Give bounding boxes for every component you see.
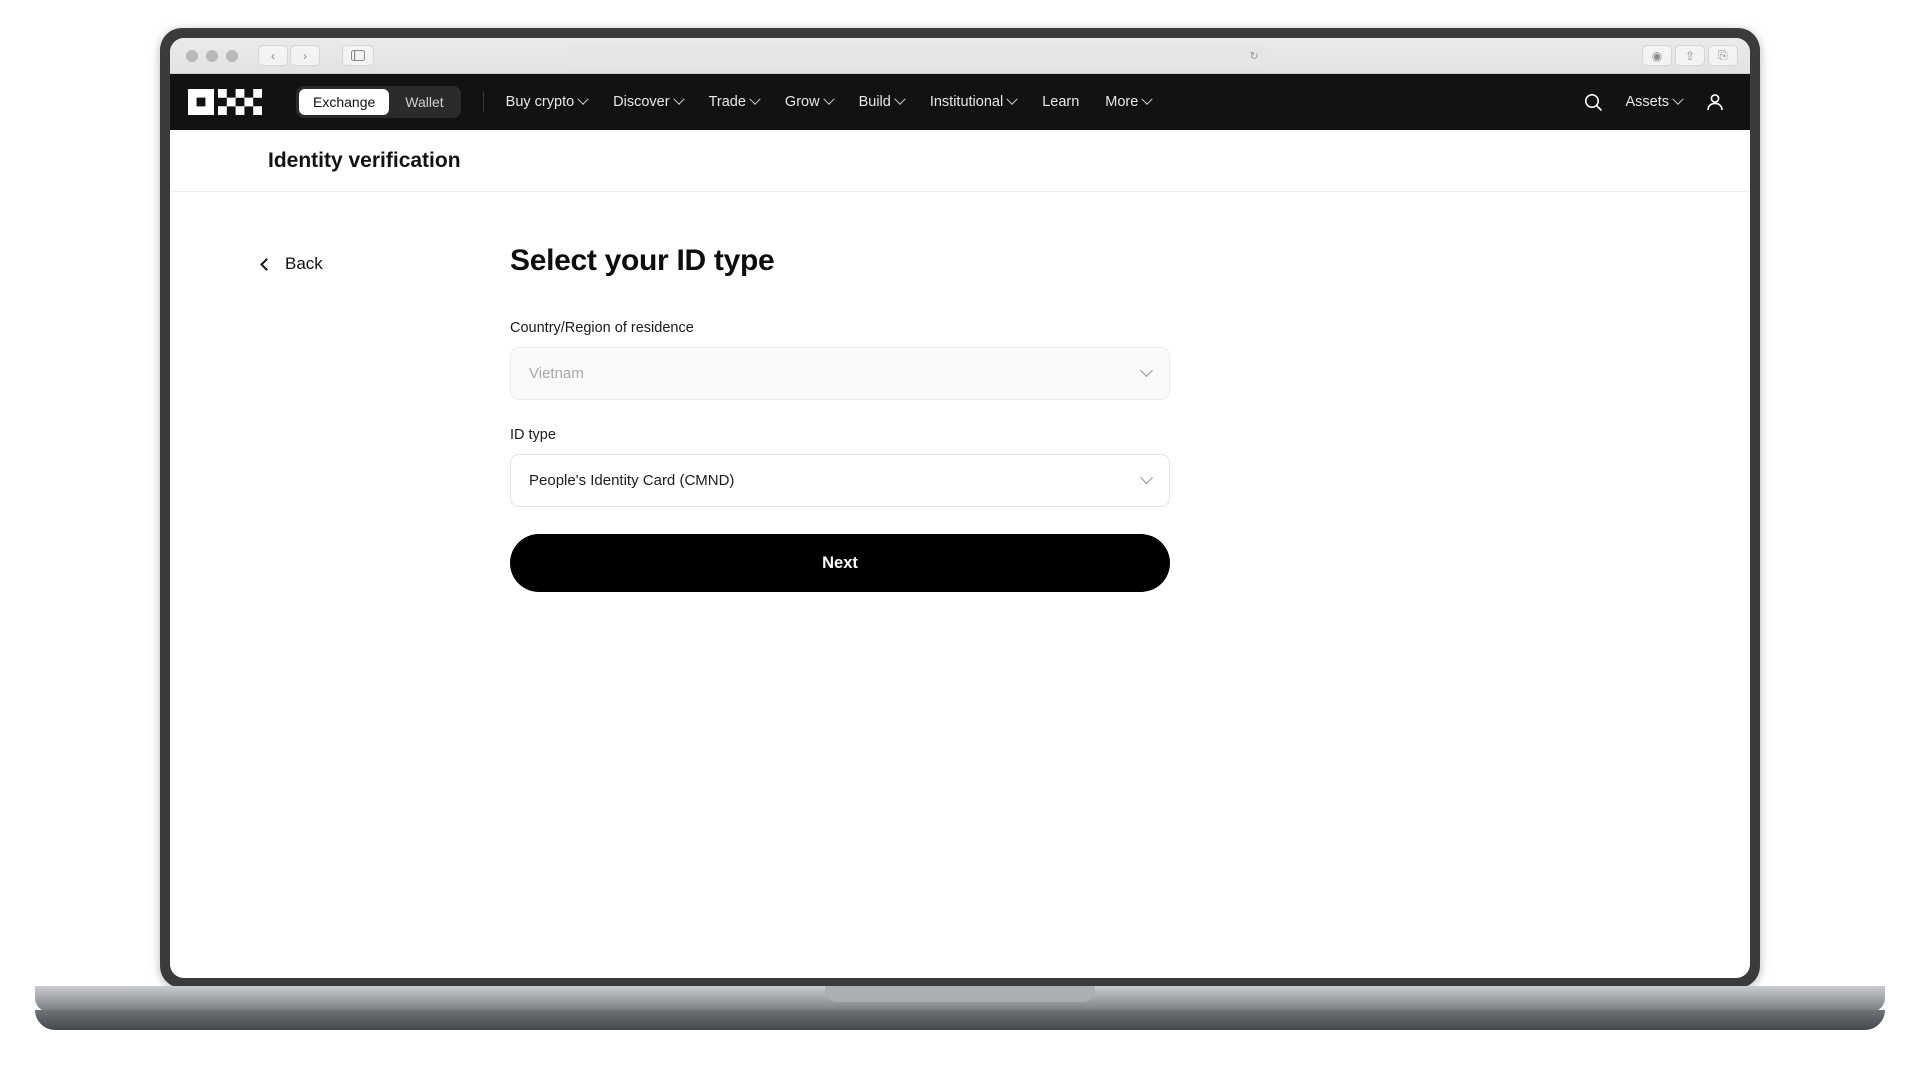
nav-item-institutional-label: Institutional (929, 94, 1004, 110)
address-bar[interactable]: ↻ (566, 44, 1267, 67)
country-field-group: Country/Region of residence Vietnam (510, 320, 1170, 400)
id-type-select[interactable]: People's Identity Card (CMND) (510, 454, 1170, 507)
close-window-button[interactable] (186, 49, 198, 62)
nav-item-discover[interactable]: Discover (613, 93, 685, 110)
reload-icon[interactable]: ↻ (1249, 49, 1258, 62)
back-button[interactable]: Back (260, 254, 510, 274)
nav-item-build-label: Build (858, 94, 891, 110)
country-select-value: Vietnam (529, 365, 584, 382)
nav-item-assets-label: Assets (1625, 94, 1669, 110)
chevron-down-icon (749, 93, 761, 105)
page-title-bar: Identity verification (170, 130, 1750, 192)
laptop-lid: ‹ › ↻ ◉ ⇧ ⎘ Exchange Wallet Buy crypto D… (160, 28, 1760, 988)
segment-wallet[interactable]: Wallet (391, 89, 457, 115)
chevron-down-icon (1140, 364, 1153, 378)
okx-logo[interactable] (188, 89, 274, 115)
country-select[interactable]: Vietnam (510, 347, 1170, 400)
laptop-notch (825, 986, 1095, 1002)
nav-links: Buy crypto Discover Trade Grow Build Ins… (505, 93, 1153, 110)
browser-right-buttons: ◉ ⇧ ⎘ (1641, 45, 1738, 66)
back-button-label: Back (285, 254, 323, 273)
nav-item-buy-crypto-label: Buy crypto (505, 94, 575, 110)
chevron-left-icon (260, 257, 273, 271)
nav-divider (482, 92, 484, 112)
nav-item-more-label: More (1105, 94, 1139, 110)
exchange-wallet-switch: Exchange Wallet (296, 86, 461, 118)
segment-exchange-label: Exchange (313, 94, 376, 110)
content-area: Back Select your ID type Country/Region … (170, 192, 1750, 978)
shield-icon[interactable]: ◉ (1641, 45, 1672, 66)
country-field-label: Country/Region of residence (510, 320, 694, 336)
nav-item-grow-label: Grow (784, 94, 820, 110)
window-traffic-lights (186, 49, 238, 62)
chevron-down-icon (894, 93, 906, 105)
nav-item-trade-label: Trade (708, 94, 746, 110)
search-icon[interactable] (1584, 93, 1603, 112)
id-type-select-value: People's Identity Card (CMND) (529, 472, 735, 489)
chevron-down-icon (822, 93, 835, 105)
tabs-icon[interactable]: ⎘ (1707, 45, 1738, 66)
laptop-foot (35, 1010, 1885, 1030)
sidebar-toggle-icon[interactable] (342, 45, 374, 66)
chevron-down-icon (1006, 93, 1018, 105)
nav-right-group: Assets (1584, 91, 1726, 113)
nav-item-build[interactable]: Build (858, 93, 906, 110)
chevron-down-icon (577, 93, 589, 105)
id-type-field-group: ID type People's Identity Card (CMND) (510, 427, 1170, 507)
back-column: Back (170, 244, 510, 978)
nav-item-grow[interactable]: Grow (784, 93, 835, 110)
nav-item-learn-label: Learn (1042, 94, 1080, 110)
nav-item-assets[interactable]: Assets (1625, 93, 1684, 110)
browser-chrome: ‹ › ↻ ◉ ⇧ ⎘ (170, 38, 1750, 74)
minimize-window-button[interactable] (206, 49, 218, 62)
chevron-down-icon (1672, 93, 1684, 105)
chevron-down-icon (1140, 471, 1153, 485)
segment-wallet-label: Wallet (405, 94, 444, 110)
page-title: Identity verification (268, 148, 461, 172)
browser-nav-buttons: ‹ › (258, 45, 320, 66)
segment-exchange[interactable]: Exchange (299, 89, 390, 115)
id-type-field-label: ID type (510, 427, 556, 443)
nav-item-institutional[interactable]: Institutional (929, 93, 1018, 110)
nav-item-learn[interactable]: Learn (1042, 94, 1079, 110)
user-avatar-icon[interactable] (1704, 91, 1726, 113)
chevron-down-icon (1141, 93, 1153, 105)
maximize-window-button[interactable] (226, 49, 238, 62)
laptop-screen: ‹ › ↻ ◉ ⇧ ⎘ Exchange Wallet Buy crypto D… (170, 38, 1750, 978)
browser-forward-button[interactable]: › (290, 45, 320, 66)
browser-back-button[interactable]: ‹ (258, 45, 288, 66)
chevron-down-icon (672, 93, 685, 105)
form-heading: Select your ID type (510, 244, 775, 277)
next-button[interactable]: Next (510, 534, 1170, 592)
id-type-form: Select your ID type Country/Region of re… (510, 244, 1170, 978)
laptop-mockup: ‹ › ↻ ◉ ⇧ ⎘ Exchange Wallet Buy crypto D… (35, 28, 1885, 1030)
nav-item-discover-label: Discover (613, 94, 670, 110)
nav-item-buy-crypto[interactable]: Buy crypto (505, 93, 589, 110)
okx-top-navigation: Exchange Wallet Buy crypto Discover Trad… (170, 74, 1750, 130)
share-icon[interactable]: ⇧ (1674, 45, 1705, 66)
nav-item-more[interactable]: More (1105, 93, 1153, 110)
nav-item-trade[interactable]: Trade (708, 93, 761, 110)
